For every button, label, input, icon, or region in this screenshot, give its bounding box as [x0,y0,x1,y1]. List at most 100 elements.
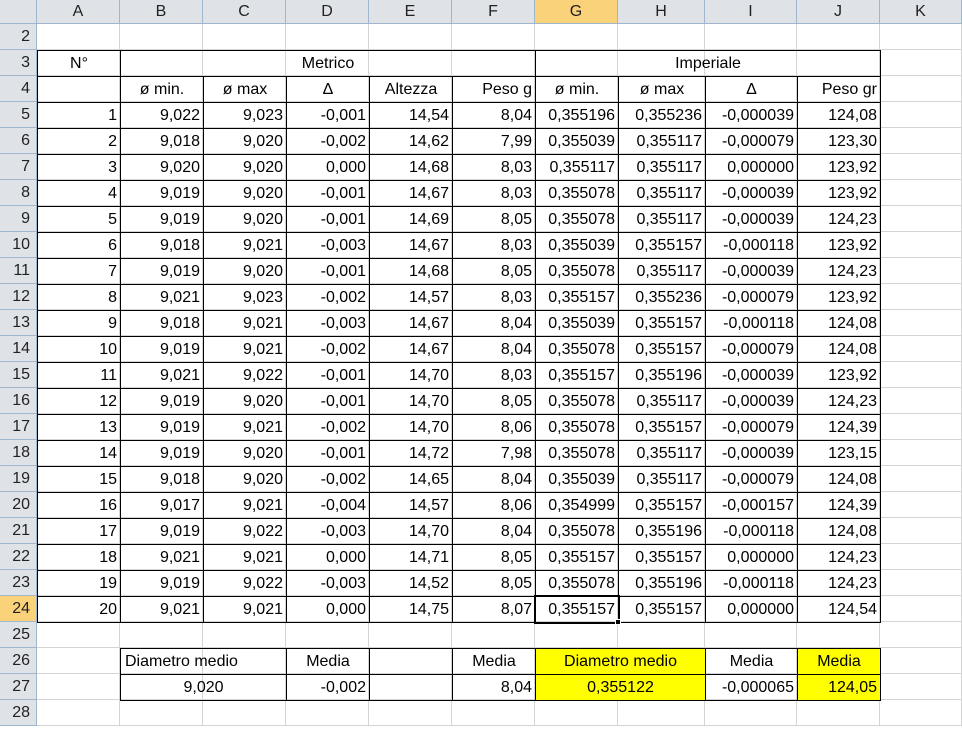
table-cell[interactable]: -0,000039 [705,440,798,467]
grid-cell[interactable] [880,258,962,284]
table-cell[interactable]: 14,62 [369,128,453,155]
table-cell[interactable]: 0,355196 [618,518,706,545]
table-cell[interactable]: 15 [37,466,121,493]
subheader-h[interactable]: ø max [618,76,706,103]
grid-cell[interactable] [203,700,286,726]
table-cell[interactable]: 14,52 [369,570,453,597]
table-cell[interactable]: -0,000079 [705,284,798,311]
table-cell[interactable]: 14,70 [369,518,453,545]
row-header[interactable]: 13 [0,310,37,336]
table-cell[interactable]: 10 [37,336,121,363]
subheader-d[interactable]: Δ [286,76,370,103]
table-cell[interactable]: 0,355157 [535,544,619,571]
table-cell[interactable]: 18 [37,544,121,571]
table-cell[interactable]: 14,68 [369,154,453,181]
grid-cell[interactable] [452,24,535,50]
grid-cell[interactable] [120,700,203,726]
grid-cell[interactable] [880,518,962,544]
column-header-e[interactable]: E [369,0,452,24]
table-cell[interactable]: 0,355078 [535,388,619,415]
table-cell[interactable]: 9,018 [120,232,204,259]
table-cell[interactable]: 14,67 [369,310,453,337]
grid-cell[interactable] [880,206,962,232]
table-cell[interactable]: 14,54 [369,102,453,129]
row-header[interactable]: 20 [0,492,37,518]
table-cell[interactable]: 14,75 [369,596,453,623]
table-cell[interactable]: -0,000039 [705,206,798,233]
table-cell[interactable]: 124,54 [797,596,881,623]
row-header[interactable]: 12 [0,284,37,310]
header-imperiale[interactable]: Imperiale [535,50,881,77]
table-cell[interactable]: 0,355039 [535,310,619,337]
row-header[interactable]: 24 [0,596,37,622]
table-cell[interactable]: 14,65 [369,466,453,493]
row-header[interactable]: 19 [0,466,37,492]
table-cell[interactable]: 4 [37,180,121,207]
grid-cell[interactable] [37,700,120,726]
grid-cell[interactable] [705,622,797,648]
table-cell[interactable]: 0,355196 [618,362,706,389]
table-cell[interactable]: 14,70 [369,362,453,389]
grid-cell[interactable] [286,622,369,648]
table-cell[interactable]: -0,003 [286,518,370,545]
grid-cell[interactable] [705,700,797,726]
table-cell[interactable]: -0,001 [286,388,370,415]
table-cell[interactable]: -0,000079 [705,414,798,441]
table-cell[interactable]: 9,019 [120,258,204,285]
row-header[interactable]: 8 [0,180,37,206]
table-cell[interactable]: 7 [37,258,121,285]
row-header[interactable]: 15 [0,362,37,388]
grid-cell[interactable] [535,622,618,648]
table-cell[interactable]: 14,71 [369,544,453,571]
row-header[interactable]: 25 [0,622,37,648]
table-cell[interactable]: 9 [37,310,121,337]
table-cell[interactable]: 0,355157 [618,232,706,259]
table-cell[interactable]: 9,022 [120,102,204,129]
grid-cell[interactable] [880,232,962,258]
label-media-peso[interactable]: Media [452,648,536,675]
table-cell[interactable]: -0,002 [286,336,370,363]
table-cell[interactable]: 0,355039 [535,466,619,493]
table-cell[interactable]: 0,355078 [535,518,619,545]
table-cell[interactable]: 14,67 [369,336,453,363]
grid-cell[interactable] [618,622,705,648]
table-cell[interactable]: 9,020 [203,154,287,181]
table-cell[interactable]: 123,92 [797,180,881,207]
table-cell[interactable]: 14,57 [369,492,453,519]
table-cell[interactable]: 14,67 [369,180,453,207]
table-cell[interactable]: 124,08 [797,102,881,129]
table-cell[interactable]: 0,355157 [535,284,619,311]
grid-cell[interactable] [880,180,962,206]
grid-cell[interactable] [535,24,618,50]
grid-cell[interactable] [369,24,452,50]
grid-cell[interactable] [120,24,203,50]
grid-cell[interactable] [535,700,618,726]
table-cell[interactable]: 9,021 [203,492,287,519]
grid-cell[interactable] [797,700,880,726]
grid-cell[interactable] [37,648,120,674]
table-cell[interactable]: 0,355078 [535,180,619,207]
table-cell[interactable]: 14,68 [369,258,453,285]
subheader-e[interactable]: Altezza [369,76,453,103]
grid-cell[interactable] [286,24,369,50]
table-cell[interactable]: 14,70 [369,388,453,415]
table-cell[interactable]: 17 [37,518,121,545]
row-header[interactable]: 11 [0,258,37,284]
table-cell[interactable]: 9,019 [120,180,204,207]
table-cell[interactable]: 3 [37,154,121,181]
column-header-a[interactable]: A [37,0,120,24]
table-cell[interactable]: 9,020 [203,128,287,155]
grid-cell[interactable] [880,154,962,180]
table-cell[interactable]: 9,020 [203,180,287,207]
table-cell[interactable]: 0,000000 [705,544,798,571]
row-header[interactable]: 6 [0,128,37,154]
table-cell[interactable]: 0,355157 [618,336,706,363]
table-cell[interactable]: -0,002 [286,466,370,493]
grid-cell[interactable] [880,492,962,518]
table-cell[interactable]: 0,355117 [618,128,706,155]
table-cell[interactable]: 7,99 [452,128,536,155]
table-cell[interactable]: 8,05 [452,258,536,285]
table-cell[interactable]: 0,355117 [618,154,706,181]
table-cell[interactable]: -0,001 [286,362,370,389]
table-cell[interactable]: 20 [37,596,121,623]
